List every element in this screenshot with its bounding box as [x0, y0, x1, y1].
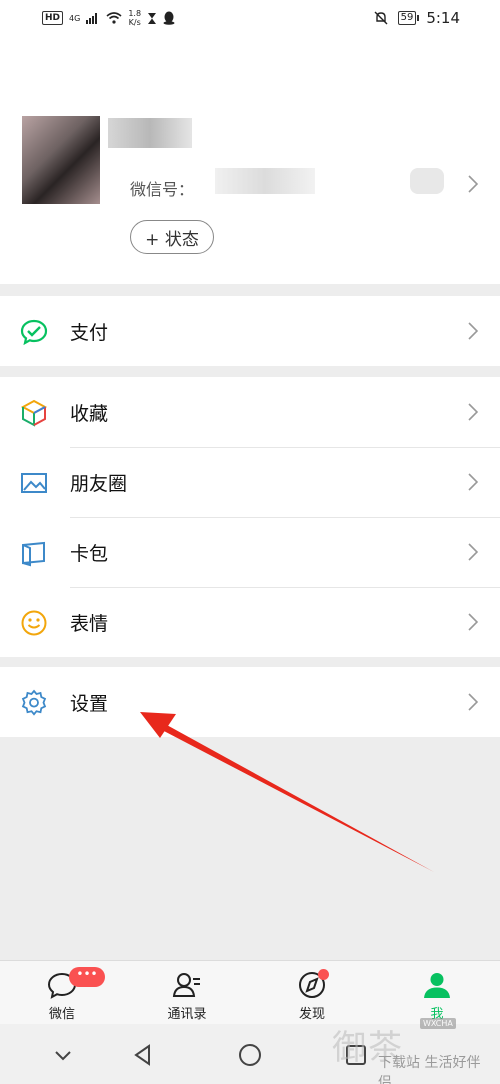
menu-label-cards: 卡包 — [70, 542, 109, 565]
bottom-tab-bar: ••• 微信 通讯录 发现 我 — [0, 960, 500, 1024]
menu-item-stickers[interactable]: 表情 — [0, 587, 500, 657]
menu-item-favorites[interactable]: 收藏 — [0, 377, 500, 447]
hd-indicator: HD — [42, 11, 64, 25]
net-speed: 1.8 K/s — [128, 9, 141, 27]
tab-label-contacts: 通讯录 — [167, 1007, 207, 1022]
menu-label-moments: 朋友圈 — [70, 472, 128, 495]
gear-icon — [21, 689, 47, 716]
chevron-right-icon — [468, 403, 478, 421]
signal-icon — [86, 13, 98, 24]
nickname-redacted — [108, 118, 192, 148]
tab-contacts[interactable]: 通讯录 — [137, 961, 237, 1025]
compass-icon — [297, 969, 329, 999]
qr-code-redacted[interactable] — [410, 168, 444, 194]
avatar[interactable] — [22, 116, 100, 204]
chevron-right-icon — [468, 693, 478, 711]
menu-label-stickers: 表情 — [70, 612, 109, 635]
status-left: HD 4G 1.8 K/s — [42, 9, 175, 27]
back-icon[interactable] — [130, 1042, 156, 1068]
chevron-right-icon — [468, 322, 478, 340]
new-dot-badge — [318, 969, 329, 980]
smiley-icon — [21, 610, 47, 636]
qq-icon — [163, 11, 175, 25]
menu-item-pay[interactable]: 支付 — [0, 296, 500, 366]
chevron-right-icon — [468, 543, 478, 561]
wallet-card-icon — [22, 541, 45, 567]
tab-chats[interactable]: ••• 微信 — [12, 961, 112, 1025]
chevron-right-icon — [468, 473, 478, 491]
chat-bubble-icon: ••• — [47, 967, 105, 999]
hourglass-icon — [148, 12, 157, 24]
net-speed-value: 1.8 — [128, 9, 142, 18]
add-status-button[interactable]: + 状态 — [130, 220, 214, 254]
menu-label-settings: 设置 — [70, 692, 109, 715]
services-group: 收藏 朋友圈 卡包 表情 — [0, 377, 500, 657]
pay-icon — [20, 319, 48, 346]
contacts-icon — [172, 971, 202, 999]
cube-icon — [20, 399, 48, 427]
tab-label-chats: 微信 — [48, 1007, 75, 1022]
pay-group: 支付 — [0, 296, 500, 366]
clock: 5:14 — [426, 9, 460, 27]
mute-bell-icon — [374, 11, 388, 25]
chevron-right-icon — [468, 175, 478, 193]
person-icon — [422, 971, 452, 999]
photo-icon — [21, 473, 47, 493]
home-icon[interactable] — [237, 1042, 263, 1068]
menu-item-moments[interactable]: 朋友圈 — [0, 447, 500, 517]
watermark-sub: 下载站 生活好伴侣 — [378, 1055, 481, 1084]
unread-badge: ••• — [69, 967, 105, 987]
wechat-id-redacted — [215, 168, 315, 194]
profile-header[interactable]: 微信号： + 状态 — [0, 40, 500, 284]
chevron-right-icon — [468, 613, 478, 631]
chevron-down-icon[interactable] — [50, 1042, 76, 1068]
wechat-id-label: 微信号： — [130, 180, 195, 199]
battery-indicator: 59 — [397, 11, 420, 25]
settings-group: 设置 — [0, 667, 500, 737]
menu-item-cards[interactable]: 卡包 — [0, 517, 500, 587]
tab-label-discover: 发现 — [298, 1007, 325, 1022]
menu-label-pay: 支付 — [70, 321, 109, 344]
menu-item-settings[interactable]: 设置 — [0, 667, 500, 737]
menu-label-favorites: 收藏 — [70, 402, 109, 425]
watermark-badge: WXCHA — [420, 1018, 456, 1029]
status-bar: HD 4G 1.8 K/s 59 5:14 — [0, 0, 500, 40]
wifi-icon — [106, 12, 122, 24]
net-speed-unit: K/s — [128, 18, 141, 27]
network-type: 4G — [69, 13, 81, 23]
watermark-logo: 御茶 WXCHA 下载站 生活好伴侣 — [332, 1016, 492, 1084]
status-right: 59 5:14 — [374, 9, 460, 27]
